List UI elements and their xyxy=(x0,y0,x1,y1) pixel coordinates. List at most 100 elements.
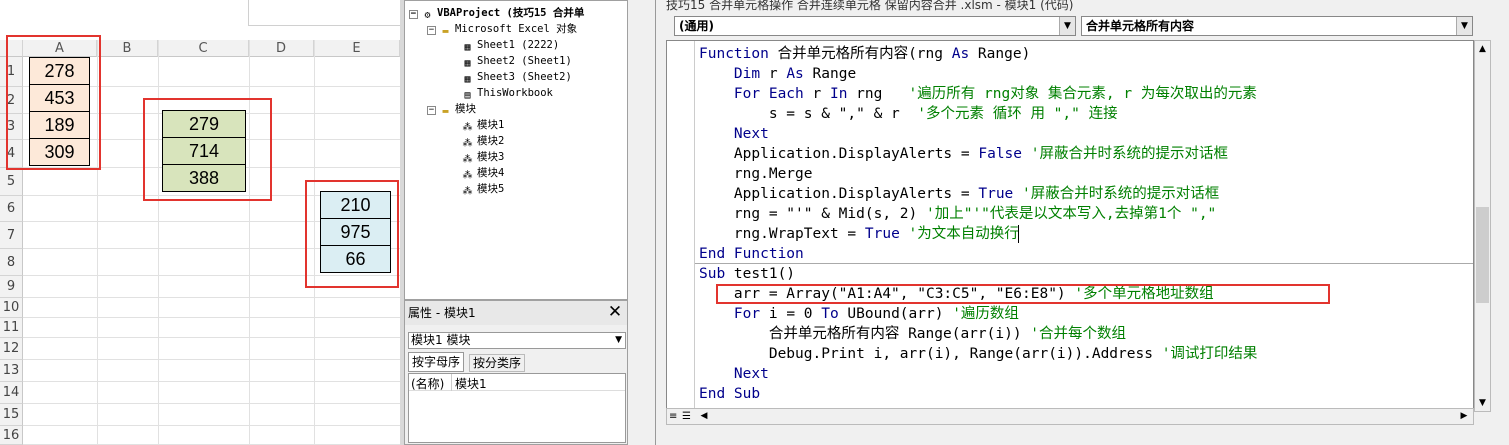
property-row[interactable]: (名称) 模块1 xyxy=(409,374,625,391)
code-token: Function xyxy=(699,46,769,62)
tree-item-module4[interactable]: ⁂ 模块4 xyxy=(461,165,505,181)
code-line[interactable]: s = s & "," & r '多个元素 循环 用 "," 连接 xyxy=(699,104,1118,124)
code-line[interactable]: For i = 0 To UBound(arr) '遍历数组 xyxy=(699,304,1019,324)
code-line[interactable]: Next xyxy=(699,364,769,384)
highlight-box-c xyxy=(143,98,272,201)
code-line[interactable]: rng = "'" & Mid(s, 2) '加上"'"代表是以文本写入,去掉第… xyxy=(699,204,1216,224)
object-combo[interactable]: (通用) ▼ xyxy=(674,16,1076,36)
row-header-11[interactable]: 11 xyxy=(0,318,23,338)
code-token: Range) xyxy=(969,46,1031,62)
code-editor[interactable]: Function 合并单元格所有内容(rng As Range) Dim r A… xyxy=(666,40,1474,412)
procedure-combo-value: 合并单元格所有内容 xyxy=(1086,19,1195,33)
collapse-icon[interactable]: − xyxy=(409,10,418,19)
module-icon: ⁂ xyxy=(462,186,473,197)
code-line[interactable]: Next xyxy=(699,124,769,144)
code-line[interactable]: 合并单元格所有内容 Range(arr(i)) '合并每个数组 xyxy=(699,324,1126,344)
chevron-down-icon[interactable]: ▼ xyxy=(1059,17,1075,35)
tab-alphabetic[interactable]: 按字母序 xyxy=(408,352,465,372)
row-header-12[interactable]: 12 xyxy=(0,338,23,360)
tree-folder-label: Microsoft Excel 对象 xyxy=(455,23,578,35)
tree-excel-objects[interactable]: − ▬ Microsoft Excel 对象 xyxy=(427,21,577,37)
code-line[interactable]: Sub test1() xyxy=(699,264,795,284)
chevron-down-icon[interactable]: ▼ xyxy=(1456,17,1472,35)
column-header-d[interactable]: D xyxy=(249,40,314,57)
tree-item-label: ThisWorkbook xyxy=(477,87,553,99)
tree-item-label: Sheet3 (Sheet2) xyxy=(477,71,572,83)
column-header-e[interactable]: E xyxy=(314,40,400,57)
code-line[interactable]: For Each r In rng '遍历所有 rng对象 集合元素, r 为每… xyxy=(699,84,1257,104)
code-line[interactable]: Application.DisplayAlerts = True '屏蔽合并时系… xyxy=(699,184,1219,204)
procedure-view-icon[interactable]: ≡ xyxy=(669,409,681,424)
code-token: test1() xyxy=(725,266,796,282)
code-line[interactable]: Function 合并单元格所有内容(rng As Range) xyxy=(699,44,1030,64)
row-header-15[interactable]: 15 xyxy=(0,404,23,426)
row-header-6[interactable]: 6 xyxy=(0,196,23,222)
gridline xyxy=(23,359,400,360)
vertical-scrollbar[interactable]: ▲ ▼ xyxy=(1474,40,1491,412)
project-explorer[interactable]: − ⚙ VBAProject (技巧15 合并单 − ▬ Microsoft Excel… xyxy=(404,0,628,300)
row-header-14[interactable]: 14 xyxy=(0,382,23,404)
column-header-b[interactable]: B xyxy=(97,40,158,57)
code-line[interactable]: End Function xyxy=(699,244,804,264)
tree-item-sheet1[interactable]: ▦ Sheet1 (2222) xyxy=(461,37,559,53)
code-line[interactable]: rng.WrapText = True '为文本自动换行 xyxy=(699,224,1019,244)
code-token: As xyxy=(951,46,970,62)
procedure-combo[interactable]: 合并单元格所有内容 ▼ xyxy=(1081,16,1473,36)
row-header-7[interactable]: 7 xyxy=(0,222,23,249)
code-token: End Sub xyxy=(699,386,761,402)
code-line[interactable]: Application.DisplayAlerts = False '屏蔽合并时… xyxy=(699,144,1228,164)
tree-item-sheet2[interactable]: ▦ Sheet2 (Sheet1) xyxy=(461,53,571,69)
gridline xyxy=(23,337,400,338)
full-module-view-icon[interactable]: ☰ xyxy=(682,409,694,424)
highlight-box-e xyxy=(305,180,399,288)
chevron-down-icon[interactable]: ▼ xyxy=(615,333,622,348)
close-icon[interactable]: ✕ xyxy=(605,303,625,323)
code-window[interactable]: 技巧15 合并单元格操作 合并连续单元格 保留内容合并 .xlsm - 模块1 … xyxy=(655,0,1509,445)
code-token: Debug.Print i, arr(i), Range(arr(i)).Add… xyxy=(699,346,1162,362)
tree-item-module1[interactable]: ⁂ 模块1 xyxy=(461,117,505,133)
scroll-left-icon[interactable]: ◀ xyxy=(697,409,711,424)
tab-categorized[interactable]: 按分类序 xyxy=(469,354,526,372)
property-value[interactable]: 模块1 xyxy=(455,375,487,392)
tree-item-thisworkbook[interactable]: ▤ ThisWorkbook xyxy=(461,85,553,101)
scrollbar-thumb[interactable] xyxy=(1476,207,1489,303)
object-selector[interactable]: 模块1 模块 ▼ xyxy=(408,332,626,349)
properties-grid[interactable]: (名称) 模块1 xyxy=(408,373,626,443)
row-header-9[interactable]: 9 xyxy=(0,276,23,298)
code-token: s = s & "," & r xyxy=(699,106,918,122)
tree-item-module5[interactable]: ⁂ 模块5 xyxy=(461,181,505,197)
code-token: '为文本自动换行 xyxy=(908,226,1019,242)
scroll-up-icon[interactable]: ▲ xyxy=(1475,41,1490,57)
properties-window[interactable]: 属性 - 模块1 ✕ 模块1 模块 ▼ 按字母序 按分类序 (名称) 模块1 xyxy=(404,300,628,445)
property-name: (名称) xyxy=(411,377,445,391)
collapse-icon[interactable]: − xyxy=(427,106,436,115)
desktop: A B C D E 1 2 3 4 5 6 7 8 9 10 11 12 13 14 15 16 278 453… xyxy=(0,0,1509,445)
excel-worksheet[interactable]: A B C D E 1 2 3 4 5 6 7 8 9 10 11 12 13 14 15 16 278 453… xyxy=(0,0,400,445)
row-header-8[interactable]: 8 xyxy=(0,249,23,276)
row-header-13[interactable]: 13 xyxy=(0,360,23,382)
row-header-5[interactable]: 5 xyxy=(0,168,23,196)
code-line[interactable]: rng.Merge xyxy=(699,164,813,184)
tree-item-module2[interactable]: ⁂ 模块2 xyxy=(461,133,505,149)
scroll-down-icon[interactable]: ▼ xyxy=(1475,395,1490,411)
column-header-c[interactable]: C xyxy=(158,40,249,57)
code-line[interactable]: Debug.Print i, arr(i), Range(arr(i)).Add… xyxy=(699,344,1258,364)
tree-item-sheet3[interactable]: ▦ Sheet3 (Sheet2) xyxy=(461,69,572,85)
scroll-right-icon[interactable]: ▶ xyxy=(1457,409,1471,424)
row-header-10[interactable]: 10 xyxy=(0,298,23,318)
collapse-icon[interactable]: − xyxy=(427,26,436,35)
window-splitter xyxy=(628,0,655,445)
tree-root[interactable]: − ⚙ VBAProject (技巧15 合并单 xyxy=(409,5,584,21)
gridline xyxy=(23,403,400,404)
horizontal-scrollbar[interactable]: ≡ ☰ ◀ ▶ xyxy=(666,408,1474,425)
code-line[interactable]: End Sub xyxy=(699,384,760,404)
row-header-16[interactable]: 16 xyxy=(0,426,23,445)
code-line[interactable]: Dim r As Range xyxy=(699,64,856,84)
highlight-box-array-line xyxy=(716,284,1330,304)
tree-modules-folder[interactable]: − ▬ 模块 xyxy=(427,101,476,117)
code-token: rng = "'" & Mid(s, 2) xyxy=(699,206,926,222)
tree-item-module3[interactable]: ⁂ 模块3 xyxy=(461,149,505,165)
